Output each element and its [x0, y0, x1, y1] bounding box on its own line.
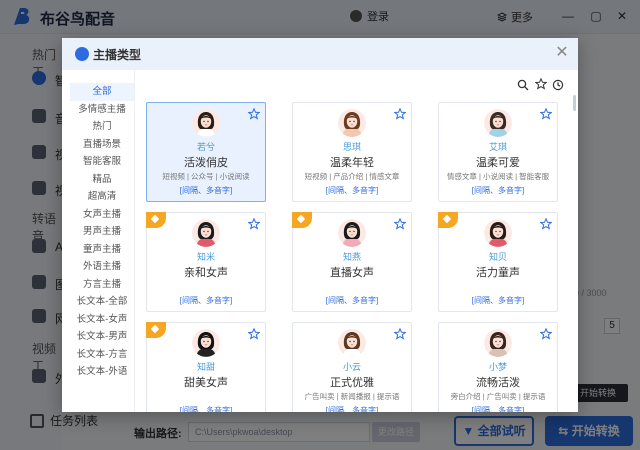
voice-name: 知甜	[196, 362, 215, 372]
voice-card[interactable]: 小云正式优雅广告叫卖 | 新闻播报 | 提示语 [间隔、多音字]	[292, 322, 412, 412]
voice-name: 思琪	[342, 142, 361, 152]
scrollbar[interactable]	[573, 95, 576, 111]
category-item[interactable]: 长文本-方言	[70, 346, 134, 364]
anchor-icon	[75, 47, 89, 61]
voice-style: 亲和女声	[184, 267, 228, 279]
voice-features[interactable]: [间隔、多音字]	[439, 405, 557, 412]
voice-tags: 情感文章 | 小说阅读 | 智能客服	[446, 172, 550, 181]
voice-features[interactable]: [间隔、多音字]	[147, 185, 265, 196]
voice-avatar	[484, 109, 512, 137]
favorite-star-icon[interactable]	[540, 328, 552, 340]
favorite-star-icon[interactable]	[540, 108, 552, 120]
voice-tags: 广告叫卖 | 新闻播报 | 提示语	[304, 392, 400, 401]
category-item[interactable]: 精品	[70, 171, 134, 189]
voice-card[interactable]: 知燕直播女声 [间隔、多音字]	[292, 212, 412, 312]
favorite-star-icon[interactable]	[248, 328, 260, 340]
voice-tags: 短视频 | 公众号 | 小说阅读	[162, 172, 250, 181]
voice-avatar	[338, 329, 366, 357]
voice-features[interactable]: [间隔、多音字]	[439, 185, 557, 196]
voice-features[interactable]: [间隔、多音字]	[293, 405, 411, 412]
favorite-star-icon[interactable]	[394, 108, 406, 120]
voice-type-dialog: 主播类型 ✕ 全部 多情感主播 热门 直播场景 智能客服 精品 超高清 女声主播 男声主播 童声主…	[62, 38, 578, 412]
favorite-star-icon[interactable]	[248, 218, 260, 230]
voice-style: 活泼俏皮	[184, 157, 228, 169]
voice-style: 温柔年轻	[330, 157, 374, 169]
voice-name: 知贝	[488, 252, 507, 262]
category-item[interactable]: 多情感主播	[70, 101, 134, 119]
voice-card[interactable]: 知甜甜美女声 [间隔、多音字]	[146, 322, 266, 412]
category-item[interactable]: 全部	[70, 83, 134, 101]
category-item[interactable]: 超高清	[70, 188, 134, 206]
category-item[interactable]: 女声主播	[70, 206, 134, 224]
voice-avatar	[484, 329, 512, 357]
voice-tags: 短视频 | 产品介绍 | 情感文章	[304, 172, 400, 181]
category-item[interactable]: 热门	[70, 118, 134, 136]
vip-badge-icon	[146, 322, 166, 338]
voice-avatar	[484, 219, 512, 247]
voice-avatar	[192, 219, 220, 247]
voice-features[interactable]: [间隔、多音字]	[439, 295, 557, 306]
voice-card[interactable]: 若兮活泼俏皮短视频 | 公众号 | 小说阅读 [间隔、多音字]	[146, 102, 266, 202]
vip-badge-icon	[292, 212, 312, 228]
voice-style: 流畅活泼	[476, 377, 520, 389]
voice-avatar	[338, 109, 366, 137]
voice-avatar	[192, 109, 220, 137]
voice-style: 温柔可爱	[476, 157, 520, 169]
voice-name: 若兮	[196, 142, 215, 152]
search-icon[interactable]	[517, 79, 529, 91]
voice-style: 直播女声	[330, 267, 374, 279]
voice-avatar	[192, 329, 220, 357]
voice-card[interactable]: 知米亲和女声 [间隔、多音字]	[146, 212, 266, 312]
voice-tags: 旁白介绍 | 广告叫卖 | 提示语	[450, 392, 546, 401]
voice-name: 知燕	[342, 252, 361, 262]
history-icon[interactable]	[552, 79, 564, 91]
voice-style: 正式优雅	[330, 377, 374, 389]
voice-style: 活力童声	[476, 267, 520, 279]
voice-name: 知米	[196, 252, 215, 262]
category-item[interactable]: 外语主播	[70, 258, 134, 276]
category-item[interactable]: 长文本-全部	[70, 293, 134, 311]
voice-features[interactable]: [间隔、多音字]	[147, 295, 265, 306]
favorites-icon[interactable]	[535, 78, 547, 90]
voice-card[interactable]: 思琪温柔年轻短视频 | 产品介绍 | 情感文章 [间隔、多音字]	[292, 102, 412, 202]
voice-style: 甜美女声	[184, 377, 228, 389]
voice-features[interactable]: [间隔、多音字]	[293, 185, 411, 196]
category-item[interactable]: 长文本-男声	[70, 328, 134, 346]
dialog-title: 主播类型	[93, 48, 142, 62]
dialog-header: 主播类型 ✕	[62, 38, 578, 70]
category-list: 全部 多情感主播 热门 直播场景 智能客服 精品 超高清 女声主播 男声主播 童声主播 外语主播 方言…	[70, 83, 134, 381]
voice-features[interactable]: [间隔、多音字]	[293, 295, 411, 306]
category-item[interactable]: 直播场景	[70, 136, 134, 154]
voice-card[interactable]: 艾琪温柔可爱情感文章 | 小说阅读 | 智能客服 [间隔、多音字]	[438, 102, 558, 202]
voice-features[interactable]: [间隔、多音字]	[147, 405, 265, 412]
voice-card[interactable]: 小梦流畅活泼旁白介绍 | 广告叫卖 | 提示语 [间隔、多音字]	[438, 322, 558, 412]
category-item[interactable]: 长文本-外语	[70, 363, 134, 381]
favorite-star-icon[interactable]	[248, 108, 260, 120]
favorite-star-icon[interactable]	[540, 218, 552, 230]
voice-card[interactable]: 知贝活力童声 [间隔、多音字]	[438, 212, 558, 312]
divider	[134, 70, 135, 412]
vip-badge-icon	[438, 212, 458, 228]
close-icon[interactable]: ✕	[554, 43, 570, 63]
category-item[interactable]: 方言主播	[70, 276, 134, 294]
category-item[interactable]: 男声主播	[70, 223, 134, 241]
voice-name: 小梦	[488, 362, 507, 372]
voice-avatar	[338, 219, 366, 247]
category-item[interactable]: 童声主播	[70, 241, 134, 259]
category-item[interactable]: 智能客服	[70, 153, 134, 171]
voice-name: 艾琪	[488, 142, 507, 152]
favorite-star-icon[interactable]	[394, 218, 406, 230]
voice-name: 小云	[342, 362, 361, 372]
vip-badge-icon	[146, 212, 166, 228]
category-item[interactable]: 长文本-女声	[70, 311, 134, 329]
favorite-star-icon[interactable]	[394, 328, 406, 340]
